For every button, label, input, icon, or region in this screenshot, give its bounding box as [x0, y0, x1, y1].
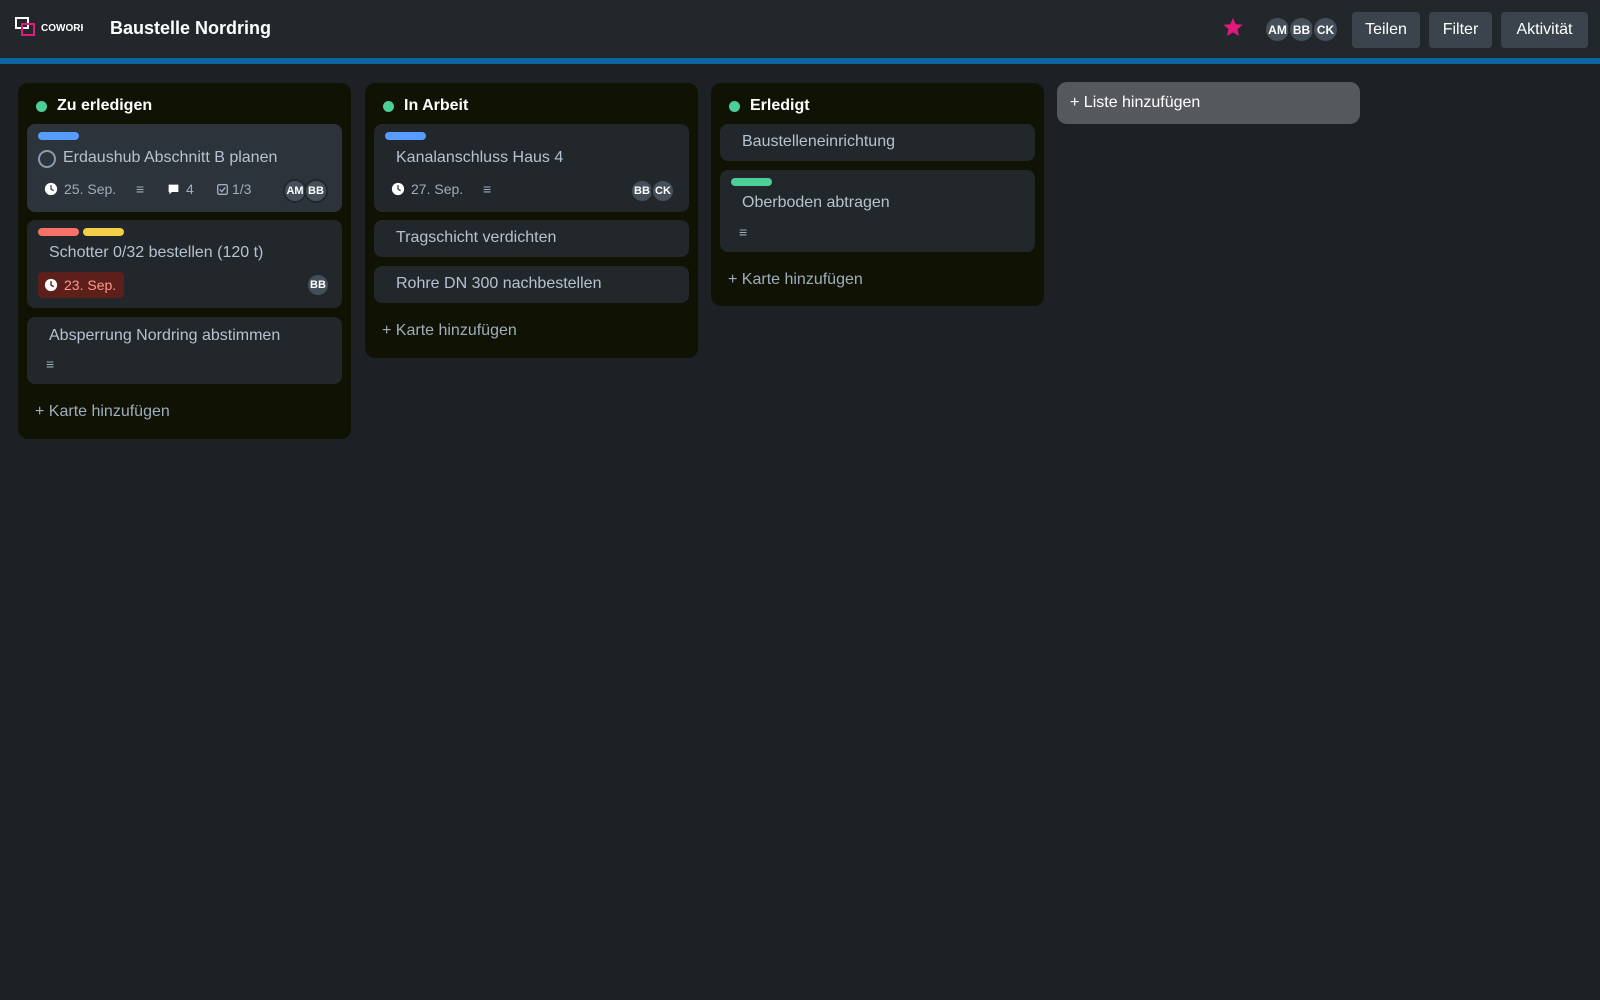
card[interactable]: Baustelleneinrichtung: [720, 124, 1035, 161]
complete-checkbox[interactable]: [38, 150, 56, 168]
card[interactable]: Kanalanschluss Haus 4 27. Sep. ≡ BB CK: [374, 124, 689, 212]
description-icon: ≡: [483, 181, 492, 197]
status-dot: [383, 100, 394, 112]
list-title[interactable]: Zu erledigen: [57, 97, 152, 115]
due-date-text: 23. Sep.: [64, 277, 117, 293]
list-title[interactable]: Erledigt: [750, 97, 810, 115]
card-title: Oberboden abtragen: [742, 194, 890, 211]
status-dot: [36, 100, 47, 112]
list-zu-erledigen[interactable]: Zu erledigen Erdaushub Abschnitt B plane…: [18, 83, 351, 439]
avatar[interactable]: BB: [1288, 16, 1315, 43]
label-yellow[interactable]: [83, 228, 124, 236]
board-header: COWORK Baustelle Nordring AM BB CK Teile…: [0, 0, 1600, 58]
list-header: Erledigt: [729, 97, 810, 115]
checklist-icon: [217, 183, 228, 195]
due-date-text: 27. Sep.: [411, 181, 464, 197]
cowork-logo[interactable]: COWORK: [15, 17, 83, 39]
checklist-badge: 1/3: [217, 181, 251, 197]
activity-button[interactable]: Aktivität: [1501, 12, 1588, 48]
add-card-button[interactable]: + Karte hinzufügen: [382, 322, 517, 340]
card-title: Tragschicht verdichten: [396, 229, 557, 246]
board-members[interactable]: AM BB CK: [1264, 16, 1339, 43]
avatar[interactable]: CK: [1312, 16, 1339, 43]
list-in-arbeit[interactable]: In Arbeit Kanalanschluss Haus 4 27. Sep.…: [365, 83, 698, 358]
label-green[interactable]: [731, 178, 772, 186]
card-title: Rohre DN 300 nachbestellen: [396, 275, 602, 292]
due-date-overdue[interactable]: 23. Sep.: [38, 272, 124, 298]
card[interactable]: Schotter 0/32 bestellen (120 t) 23. Sep.…: [27, 220, 342, 308]
accent-bar: [0, 58, 1600, 64]
card[interactable]: Rohre DN 300 nachbestellen: [374, 266, 689, 303]
label-blue[interactable]: [385, 132, 426, 140]
clock-icon: [44, 182, 58, 196]
filter-button[interactable]: Filter: [1429, 12, 1492, 48]
avatar[interactable]: CK: [651, 179, 675, 203]
star-icon[interactable]: [1222, 16, 1244, 38]
list-title[interactable]: In Arbeit: [404, 97, 468, 115]
card[interactable]: Tragschicht verdichten: [374, 220, 689, 257]
card[interactable]: Erdaushub Abschnitt B planen 25. Sep. ≡ …: [27, 124, 342, 212]
due-date-text: 25. Sep.: [64, 181, 117, 197]
card-title: Kanalanschluss Haus 4: [396, 149, 564, 166]
list-header: Zu erledigen: [36, 97, 152, 115]
card-title: Erdaushub Abschnitt B planen: [63, 149, 278, 166]
clock-icon: [44, 278, 58, 292]
comments-badge: 4: [167, 181, 194, 197]
list-erledigt[interactable]: Erledigt Baustelleneinrichtung Oberboden…: [711, 83, 1044, 306]
checklist-count: 1/3: [232, 181, 252, 197]
label-red[interactable]: [38, 228, 79, 236]
share-button[interactable]: Teilen: [1352, 12, 1420, 48]
card[interactable]: Oberboden abtragen ≡: [720, 170, 1035, 252]
label-blue[interactable]: [38, 132, 79, 140]
status-dot: [729, 100, 740, 112]
avatar[interactable]: AM: [1264, 16, 1291, 43]
clock-icon: [391, 182, 405, 196]
card-title: Baustelleneinrichtung: [742, 133, 895, 150]
card[interactable]: Absperrung Nordring abstimmen ≡: [27, 317, 342, 384]
card-members: BB CK: [630, 179, 675, 203]
card-members: BB: [306, 273, 330, 297]
avatar[interactable]: BB: [306, 273, 330, 297]
due-date[interactable]: 25. Sep.: [44, 181, 116, 197]
logo-text: COWORK: [41, 23, 83, 34]
description-icon: ≡: [46, 356, 55, 372]
card-title: Absperrung Nordring abstimmen: [49, 327, 281, 344]
add-card-button[interactable]: + Karte hinzufügen: [728, 271, 863, 289]
description-icon: ≡: [136, 181, 145, 197]
add-card-button[interactable]: + Karte hinzufügen: [35, 403, 170, 421]
description-icon: ≡: [739, 224, 748, 240]
avatar[interactable]: BB: [304, 179, 328, 203]
card-title: Schotter 0/32 bestellen (120 t): [49, 244, 264, 261]
due-date[interactable]: 27. Sep.: [391, 181, 463, 197]
board-title[interactable]: Baustelle Nordring: [110, 18, 271, 39]
list-header: In Arbeit: [383, 97, 468, 115]
comment-icon: [168, 184, 179, 194]
card-members: AM BB: [283, 179, 328, 203]
comments-count: 4: [186, 181, 194, 197]
add-list-button[interactable]: + Liste hinzufügen: [1057, 82, 1360, 124]
